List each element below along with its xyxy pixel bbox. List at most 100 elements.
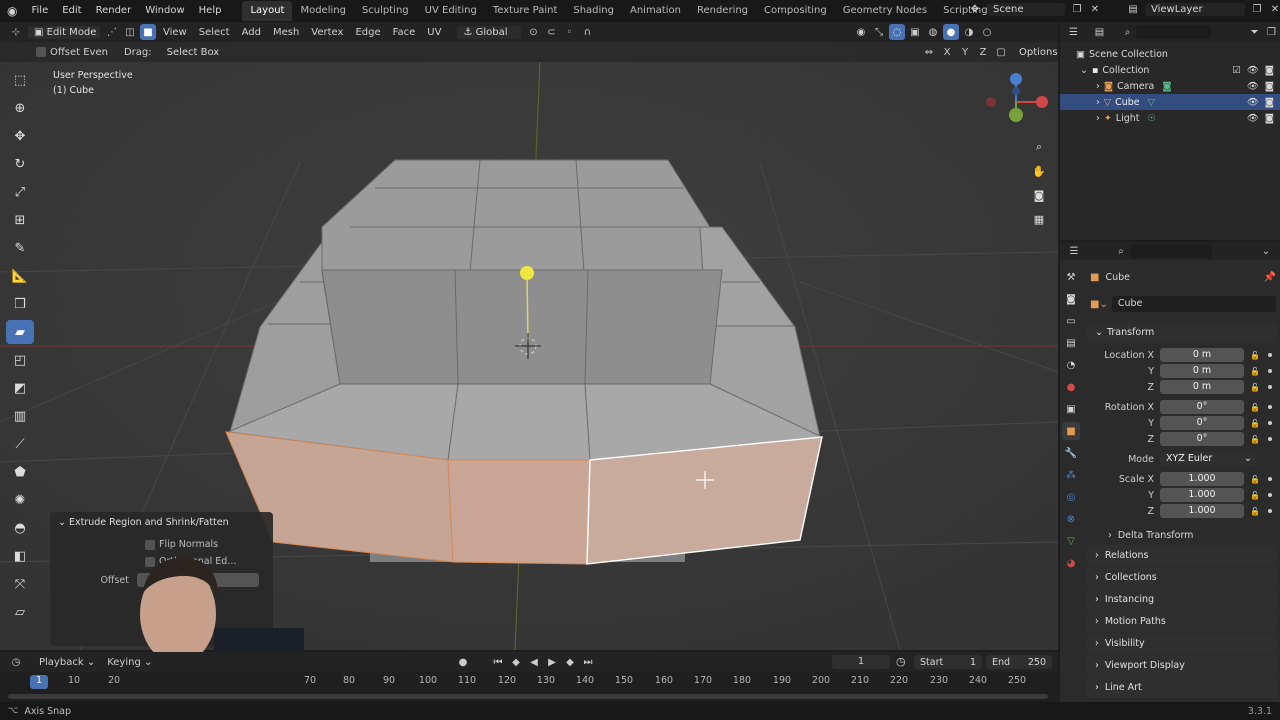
collection-render-icon[interactable]: ◙ bbox=[1265, 65, 1274, 76]
line-art-panel-header[interactable]: › Line Art bbox=[1087, 677, 1277, 698]
transform-tool-icon[interactable]: ⊞ bbox=[6, 208, 34, 232]
spin-tool-icon[interactable]: ✺ bbox=[6, 488, 34, 512]
mirror-z-toggle[interactable]: Z bbox=[975, 44, 991, 60]
rotate-tool-icon[interactable]: ↻ bbox=[6, 152, 34, 176]
new-collection-icon[interactable]: ❐ bbox=[1264, 24, 1279, 40]
mirror-y-toggle[interactable]: Y bbox=[957, 44, 973, 60]
next-keyframe-icon[interactable]: ◆ bbox=[562, 654, 578, 670]
vertex-select-icon[interactable]: ⋰ bbox=[104, 24, 120, 40]
shrink-fatten-handle[interactable] bbox=[520, 266, 534, 280]
annotate-tool-icon[interactable]: ✎ bbox=[6, 236, 34, 260]
menu-edit[interactable]: Edit bbox=[55, 0, 88, 22]
keyframe-dot-icon[interactable] bbox=[1267, 437, 1272, 441]
menu-add[interactable]: Add bbox=[236, 27, 267, 38]
relations-panel-header[interactable]: › Relations bbox=[1087, 545, 1277, 566]
blender-logo-icon[interactable]: ◉ bbox=[0, 0, 24, 22]
editor-type-icon[interactable]: ⊹ bbox=[8, 24, 24, 40]
keyframe-dot-icon[interactable] bbox=[1267, 421, 1272, 425]
scene-selector[interactable]: ✥ Scene ❐ ✕ bbox=[966, 1, 1104, 17]
cursor-tool-icon[interactable]: ⊕ bbox=[6, 96, 34, 120]
tab-modeling[interactable]: Modeling bbox=[292, 1, 354, 21]
rendered-shading-icon[interactable]: ○ bbox=[979, 24, 995, 40]
menu-help[interactable]: Help bbox=[192, 0, 229, 22]
camera-eye-icon[interactable]: 👁 bbox=[1247, 81, 1259, 92]
scale-x-field[interactable]: 1.000 bbox=[1160, 472, 1244, 486]
tab-shading[interactable]: Shading bbox=[565, 1, 622, 21]
edge-select-icon[interactable]: ◫ bbox=[122, 24, 138, 40]
menu-file[interactable]: File bbox=[24, 0, 55, 22]
snap-icon[interactable]: ⊂ bbox=[543, 24, 559, 40]
operator-title[interactable]: ⌄ Extrude Region and Shrink/Fatten bbox=[50, 512, 273, 533]
loop-cut-tool-icon[interactable]: ▥ bbox=[6, 404, 34, 428]
play-reverse-icon[interactable]: ◀ bbox=[526, 654, 542, 670]
transform-panel-header[interactable]: ⌄ Transform bbox=[1087, 322, 1277, 343]
motion-paths-panel-header[interactable]: › Motion Paths bbox=[1087, 611, 1277, 632]
expand-arrow-icon[interactable]: › bbox=[1096, 81, 1100, 92]
keyframe-dot-icon[interactable] bbox=[1267, 369, 1272, 373]
delete-scene-icon[interactable]: ✕ bbox=[1087, 1, 1103, 17]
delta-transform-subpanel[interactable]: › Delta Transform bbox=[1108, 525, 1280, 545]
render-tab-icon[interactable]: ◙ bbox=[1062, 290, 1080, 308]
tab-layout[interactable]: Layout bbox=[242, 1, 293, 21]
keyframe-dot-icon[interactable] bbox=[1267, 385, 1272, 389]
viewport-display-panel-header[interactable]: › Viewport Display bbox=[1087, 655, 1277, 676]
transform-orientation-dropdown[interactable]: ⚓ Global bbox=[457, 25, 522, 39]
tab-texture-paint[interactable]: Texture Paint bbox=[485, 1, 566, 21]
tab-animation[interactable]: Animation bbox=[622, 1, 689, 21]
tab-rendering[interactable]: Rendering bbox=[689, 1, 756, 21]
outliner-item-cube[interactable]: › ▽ Cube ▽ 👁 ◙ bbox=[1060, 94, 1280, 110]
xray-icon[interactable]: ▣ bbox=[907, 24, 923, 40]
view-layer-name[interactable]: ViewLayer bbox=[1145, 2, 1245, 16]
offset-even-checkbox[interactable] bbox=[36, 47, 46, 57]
options-dropdown[interactable]: Options bbox=[1013, 46, 1064, 59]
outliner-editor-icon[interactable]: ☰ bbox=[1066, 24, 1081, 40]
new-view-layer-icon[interactable]: ❐ bbox=[1249, 1, 1265, 17]
menu-edge[interactable]: Edge bbox=[349, 27, 386, 38]
lock-icon[interactable]: 🔓 bbox=[1250, 367, 1260, 376]
outliner-item-camera[interactable]: › ◙ Camera ◙ 👁 ◙ bbox=[1060, 78, 1280, 94]
cube-eye-icon[interactable]: 👁 bbox=[1247, 97, 1259, 108]
tab-geometry-nodes[interactable]: Geometry Nodes bbox=[835, 1, 935, 21]
search-icon[interactable]: ⌕ bbox=[1120, 24, 1135, 40]
filter-icon[interactable]: ⏷ bbox=[1247, 24, 1262, 40]
rotation-mode-dropdown[interactable]: XYZ Euler ⌄ bbox=[1160, 452, 1256, 466]
menu-window[interactable]: Window bbox=[138, 0, 191, 22]
rotation-y-field[interactable]: 0° bbox=[1160, 416, 1244, 430]
location-x-field[interactable]: 0 m bbox=[1160, 348, 1244, 362]
menu-face[interactable]: Face bbox=[387, 27, 422, 38]
scene-name[interactable]: Scene bbox=[987, 2, 1065, 16]
lock-icon[interactable]: 🔓 bbox=[1250, 419, 1260, 428]
tab-uv-editing[interactable]: UV Editing bbox=[417, 1, 485, 21]
scale-y-field[interactable]: 1.000 bbox=[1160, 488, 1244, 502]
scale-z-field[interactable]: 1.000 bbox=[1160, 504, 1244, 518]
zoom-icon[interactable]: ⌕ bbox=[1030, 138, 1048, 156]
cube-render-icon[interactable]: ◙ bbox=[1265, 97, 1274, 108]
visibility-panel-header[interactable]: › Visibility bbox=[1087, 633, 1277, 654]
move-tool-icon[interactable]: ✥ bbox=[6, 124, 34, 148]
display-mode-icon[interactable]: ▤ bbox=[1092, 24, 1107, 40]
new-scene-icon[interactable]: ❐ bbox=[1069, 1, 1085, 17]
tab-sculpting[interactable]: Sculpting bbox=[354, 1, 417, 21]
rotation-x-field[interactable]: 0° bbox=[1160, 400, 1244, 414]
location-y-field[interactable]: 0 m bbox=[1160, 364, 1244, 378]
pan-hand-icon[interactable]: ✋ bbox=[1030, 162, 1048, 180]
jump-end-icon[interactable]: ⏭ bbox=[580, 654, 596, 670]
menu-vertex[interactable]: Vertex bbox=[305, 27, 349, 38]
menu-mesh[interactable]: Mesh bbox=[267, 27, 305, 38]
menu-select[interactable]: Select bbox=[193, 27, 236, 38]
lock-icon[interactable]: 🔓 bbox=[1250, 475, 1260, 484]
menu-render[interactable]: Render bbox=[89, 0, 139, 22]
extrude-tool-icon[interactable]: ▰ bbox=[6, 320, 34, 344]
collections-panel-header[interactable]: › Collections bbox=[1087, 567, 1277, 588]
edge-slide-tool-icon[interactable]: ◧ bbox=[6, 544, 34, 568]
tool-tab-icon[interactable]: ⚒ bbox=[1062, 268, 1080, 286]
start-frame-field[interactable]: Start 1 bbox=[914, 655, 982, 669]
lock-icon[interactable]: 🔓 bbox=[1250, 351, 1260, 360]
select-box-tool-icon[interactable]: ⬚ bbox=[6, 68, 34, 92]
keyframe-dot-icon[interactable] bbox=[1267, 477, 1272, 481]
timeline-editor-icon[interactable]: ◷ bbox=[8, 654, 24, 670]
lock-icon[interactable]: 🔓 bbox=[1250, 507, 1260, 516]
wireframe-shading-icon[interactable]: ◍ bbox=[925, 24, 941, 40]
prev-keyframe-icon[interactable]: ◆ bbox=[508, 654, 524, 670]
light-render-icon[interactable]: ◙ bbox=[1265, 113, 1274, 124]
